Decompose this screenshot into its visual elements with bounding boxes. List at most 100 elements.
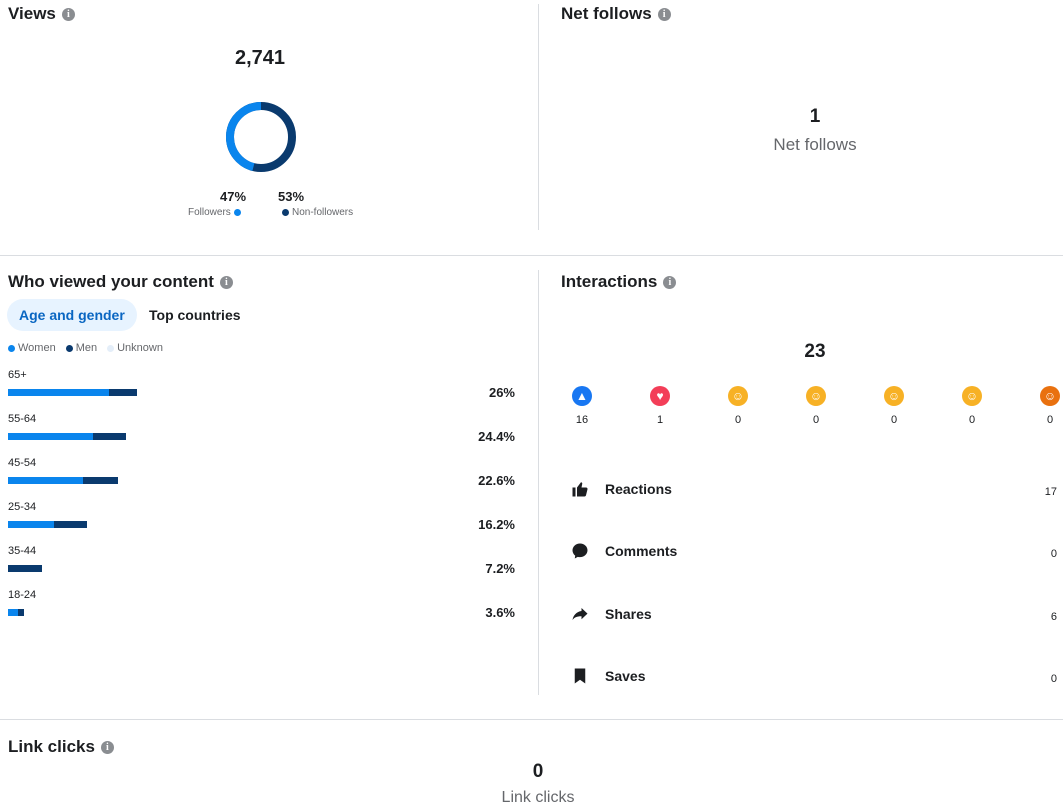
info-icon[interactable]: i bbox=[663, 275, 677, 289]
angry-icon: ☺ bbox=[1040, 386, 1060, 406]
non-followers-pct: 53% bbox=[278, 189, 305, 204]
reaction-item: ☺ 0 bbox=[952, 386, 992, 426]
info-icon[interactable]: i bbox=[657, 7, 671, 21]
age-label: 45-54 bbox=[8, 457, 37, 469]
unknown-dot-icon bbox=[107, 344, 115, 352]
metric-row-shares: Shares 6 bbox=[571, 605, 1061, 623]
love-icon: ♥ bbox=[650, 386, 670, 406]
age-pct: 22.6% bbox=[478, 473, 515, 488]
metric-label: Reactions bbox=[605, 481, 672, 497]
reaction-item: ♥ 1 bbox=[640, 386, 680, 426]
age-label: 18-24 bbox=[8, 589, 37, 601]
bar-men-segment bbox=[18, 609, 24, 616]
age-label: 65+ bbox=[8, 369, 27, 381]
non-followers-legend: Non-followers bbox=[282, 207, 353, 218]
metric-value: 0 bbox=[1050, 673, 1057, 685]
reaction-item: ☺ 0 bbox=[718, 386, 758, 426]
link-clicks-value: 0 bbox=[532, 761, 544, 782]
wow-icon: ☺ bbox=[884, 386, 904, 406]
comment-icon bbox=[571, 542, 589, 560]
followers-legend: Followers bbox=[188, 207, 241, 218]
age-pct: 26% bbox=[488, 385, 515, 400]
share-icon bbox=[571, 605, 589, 623]
net-follows-value: 1 bbox=[809, 106, 821, 127]
net-follows-label: Net follows bbox=[773, 135, 857, 154]
care-icon: ☺ bbox=[728, 386, 748, 406]
followers-dot-icon bbox=[233, 209, 241, 216]
bar-women-segment bbox=[8, 609, 18, 616]
reaction-count: 0 bbox=[812, 414, 820, 426]
metric-value: 17 bbox=[1044, 486, 1057, 498]
bar-women-segment bbox=[8, 389, 109, 396]
metric-row-saves: Saves 0 bbox=[571, 667, 1061, 685]
metric-label: Shares bbox=[605, 606, 652, 622]
metric-row-reactions: Reactions 17 bbox=[571, 480, 1061, 498]
gender-legend: Women Men Unknown bbox=[8, 342, 163, 354]
legend-men: Men bbox=[65, 342, 97, 354]
reaction-item: ☺ 0 bbox=[1030, 386, 1063, 426]
age-bar bbox=[8, 521, 87, 528]
age-label: 25-34 bbox=[8, 501, 37, 513]
metric-value: 0 bbox=[1050, 548, 1057, 560]
legend-unknown: Unknown bbox=[107, 342, 163, 354]
reaction-item: ☺ 0 bbox=[796, 386, 836, 426]
age-pct: 3.6% bbox=[485, 605, 515, 620]
bar-men-segment bbox=[93, 433, 126, 440]
link-clicks-title: Link clicks i bbox=[8, 737, 114, 757]
info-icon[interactable]: i bbox=[61, 7, 75, 21]
tab-age-and-gender[interactable]: Age and gender bbox=[7, 299, 137, 331]
bookmark-icon bbox=[571, 667, 589, 685]
link-clicks-label: Link clicks bbox=[501, 789, 575, 806]
interactions-total: 23 bbox=[804, 341, 826, 362]
bar-women-segment bbox=[8, 477, 83, 484]
views-donut-chart bbox=[226, 102, 296, 172]
reaction-item: ☺ 0 bbox=[874, 386, 914, 426]
net-follows-title: Net follows i bbox=[561, 4, 671, 24]
who-viewed-title: Who viewed your content i bbox=[8, 272, 233, 292]
reaction-count: 16 bbox=[575, 414, 589, 426]
reaction-count: 1 bbox=[656, 414, 664, 426]
metric-label: Saves bbox=[605, 668, 646, 684]
sad-icon: ☺ bbox=[962, 386, 982, 406]
info-icon[interactable]: i bbox=[219, 275, 233, 289]
tab-top-countries[interactable]: Top countries bbox=[137, 299, 253, 331]
thumbs-up-icon bbox=[571, 480, 589, 498]
age-pct: 24.4% bbox=[478, 429, 515, 444]
bar-women-segment bbox=[8, 521, 54, 528]
followers-pct: 47% bbox=[220, 189, 247, 204]
age-pct: 7.2% bbox=[485, 561, 515, 576]
like-icon: ▲ bbox=[572, 386, 592, 406]
interactions-title: Interactions i bbox=[561, 272, 677, 292]
bar-men-segment bbox=[54, 521, 87, 528]
metric-value: 6 bbox=[1050, 611, 1057, 623]
age-pct: 16.2% bbox=[478, 517, 515, 532]
bar-men-segment bbox=[8, 565, 42, 572]
age-bar bbox=[8, 389, 137, 396]
views-total: 2,741 bbox=[234, 47, 286, 69]
metric-label: Comments bbox=[605, 543, 678, 559]
men-dot-icon bbox=[65, 344, 73, 352]
bar-men-segment bbox=[109, 389, 137, 396]
reaction-count: 0 bbox=[890, 414, 898, 426]
divider bbox=[0, 255, 1063, 256]
views-title: Views i bbox=[8, 4, 75, 24]
age-label: 35-44 bbox=[8, 545, 37, 557]
reaction-count: 0 bbox=[968, 414, 976, 426]
metric-row-comments: Comments 0 bbox=[571, 542, 1061, 560]
reaction-count: 0 bbox=[734, 414, 742, 426]
info-icon[interactable]: i bbox=[100, 740, 114, 754]
divider bbox=[0, 719, 1063, 720]
bar-women-segment bbox=[8, 433, 93, 440]
age-bar bbox=[8, 609, 24, 616]
reaction-count: 0 bbox=[1046, 414, 1054, 426]
non-followers-dot-icon bbox=[282, 209, 289, 216]
divider bbox=[538, 270, 539, 695]
age-label: 55-64 bbox=[8, 413, 37, 425]
age-bar bbox=[8, 565, 42, 572]
divider bbox=[538, 4, 539, 230]
legend-women: Women bbox=[8, 342, 56, 354]
reaction-item: ▲ 16 bbox=[562, 386, 602, 426]
bar-men-segment bbox=[83, 477, 118, 484]
women-dot-icon bbox=[8, 344, 15, 352]
age-bar bbox=[8, 477, 118, 484]
